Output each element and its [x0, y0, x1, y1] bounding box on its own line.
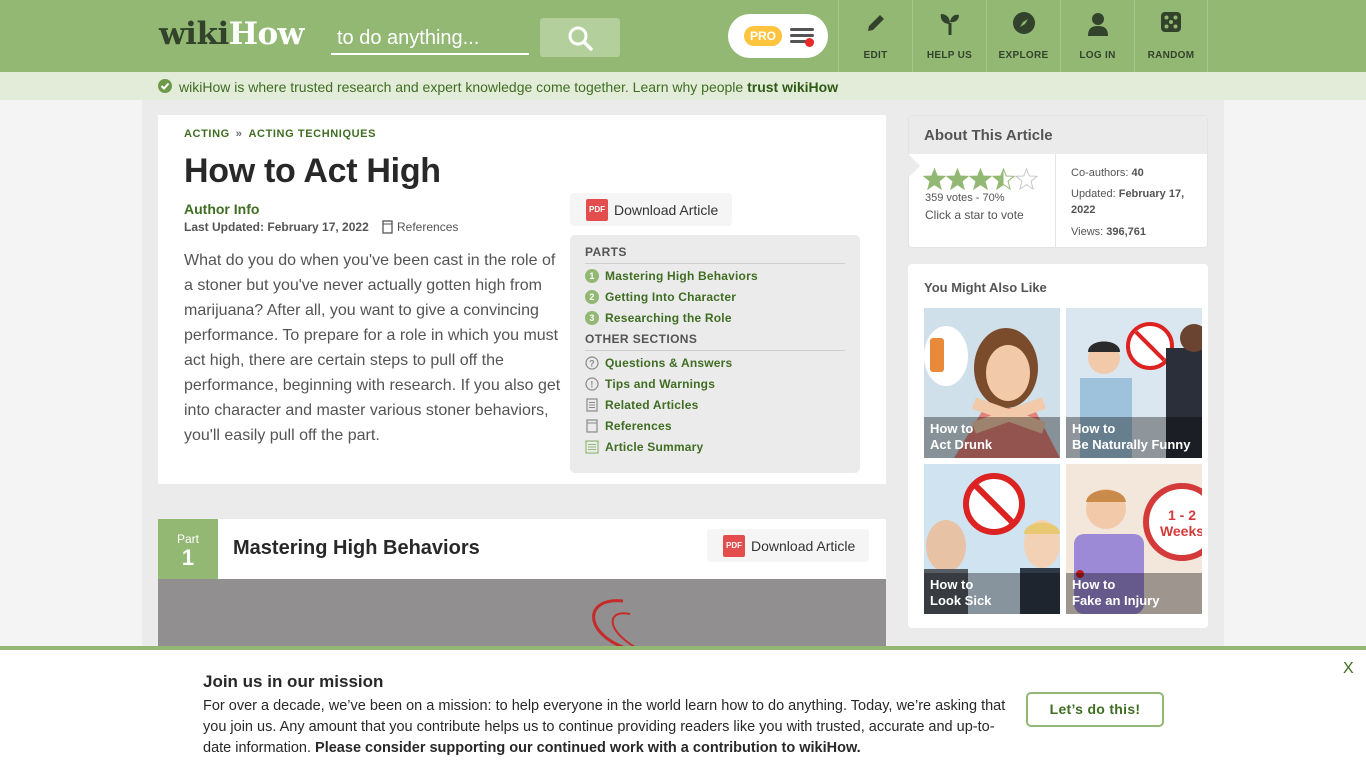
toc-other-heading: OTHER SECTIONS: [585, 332, 845, 351]
document-icon: [586, 398, 598, 412]
bookmark-icon: [382, 220, 393, 234]
pro-menu-button[interactable]: PRO: [728, 14, 828, 58]
part-number-badge: 1: [585, 269, 599, 283]
related-article-title: How to Be Naturally Funny: [1066, 417, 1202, 458]
part-download-article-button[interactable]: PDF Download Article: [707, 529, 870, 562]
toc-parts-heading: PARTS: [585, 245, 845, 264]
last-updated: Last Updated: February 17, 2022: [184, 220, 369, 234]
part-number-tab: Part 1: [158, 519, 218, 579]
star-icon[interactable]: [1015, 168, 1038, 190]
table-of-contents: PARTS 1 Mastering High Behaviors 2 Getting…: [570, 235, 860, 473]
exclamation-icon: !: [585, 377, 599, 391]
you-might-also-like: You Might Also Like How to Act Drunk How …: [908, 264, 1208, 628]
sprout-icon: [940, 14, 959, 35]
toc-questions-answers[interactable]: ? Questions & Answers: [585, 356, 732, 370]
star-icon[interactable]: [969, 168, 992, 190]
part-number-badge: 3: [585, 311, 599, 325]
step-illustration: [158, 579, 886, 649]
toc-article-summary[interactable]: Article Summary: [585, 440, 703, 454]
breadcrumb-acting[interactable]: ACTING: [184, 128, 230, 140]
about-heading: About This Article: [909, 116, 1207, 154]
callout-arrow: [908, 154, 920, 178]
notification-dot: [805, 38, 814, 47]
breadcrumb: ACTING » ACTING TECHNIQUES: [184, 128, 376, 140]
toc-part-3[interactable]: 3 Researching the Role: [585, 311, 732, 325]
toc-references[interactable]: References: [585, 419, 672, 433]
divider: [1055, 154, 1056, 248]
nav-edit[interactable]: EDIT: [838, 0, 912, 72]
search-input[interactable]: to do anything...: [331, 18, 529, 55]
updated-date: Updated: February 17, 2022: [1071, 188, 1185, 216]
banner-message: For over a decade, we’ve been on a missi…: [203, 698, 1006, 756]
banner-title: Join us in our mission: [203, 672, 384, 691]
view-count: Views: 396,761: [1071, 226, 1147, 238]
star-rating[interactable]: [923, 168, 1038, 190]
author-info-link[interactable]: Author Info: [184, 201, 259, 217]
trust-wikihow-link[interactable]: trust wikiHow: [747, 79, 838, 95]
nav-label: HELP US: [926, 50, 973, 61]
wikihow-logo[interactable]: wikiHow: [159, 16, 304, 52]
breadcrumb-separator: »: [235, 128, 243, 140]
compass-icon: [1012, 12, 1035, 34]
related-article-title: How to Fake an Injury: [1066, 573, 1202, 614]
nav-log-in[interactable]: LOG IN: [1060, 0, 1134, 72]
contribute-button[interactable]: Let’s do this!: [1026, 692, 1164, 727]
about-this-article: About This Article 359 votes - 70% Click…: [908, 115, 1208, 248]
part-number-badge: 2: [585, 290, 599, 304]
site-header: wikiHow to do anything... PRO EDIT HELP …: [0, 0, 1366, 72]
download-article-button[interactable]: PDF Download Article: [570, 193, 733, 226]
nav-label: RANDOM: [1147, 50, 1195, 61]
donation-banner: Join us in our mission For over a decade…: [0, 646, 1366, 768]
related-article-card[interactable]: How to Act Drunk: [924, 308, 1060, 458]
related-article-card[interactable]: How to Be Naturally Funny: [1066, 308, 1202, 458]
dice-icon: [1161, 12, 1181, 32]
pencil-icon: [867, 15, 884, 31]
bookmark-icon: [586, 419, 598, 433]
injury-badge-top: 1 - 2: [1168, 507, 1196, 523]
references-link[interactable]: References: [382, 220, 458, 234]
nav-label: LOG IN: [1079, 50, 1116, 61]
trust-bar: wikiHow is where trusted research and ex…: [0, 72, 1366, 100]
toc-part-2[interactable]: 2 Getting Into Character: [585, 290, 736, 304]
star-icon[interactable]: [946, 168, 969, 190]
list-icon: [585, 440, 599, 454]
related-article-card[interactable]: 1 - 2 Weeks How to Fake an Injury: [1066, 464, 1202, 614]
nav-help-us[interactable]: HELP US: [912, 0, 986, 72]
nav-label: EDIT: [863, 50, 888, 61]
pdf-icon: PDF: [586, 198, 608, 221]
search-button[interactable]: [540, 18, 620, 57]
coauthors: Co-authors: 40: [1071, 167, 1144, 179]
nav-random[interactable]: RANDOM: [1134, 0, 1208, 72]
yml-heading: You Might Also Like: [924, 280, 1047, 295]
page-title: How to Act High: [184, 152, 441, 190]
svg-text:!: !: [590, 380, 593, 390]
injury-badge-bottom: Weeks: [1160, 523, 1202, 539]
toc-part-1[interactable]: 1 Mastering High Behaviors: [585, 269, 758, 283]
check-circle-icon: [158, 79, 172, 93]
pro-badge: PRO: [744, 26, 782, 46]
toc-related-articles[interactable]: Related Articles: [585, 398, 698, 412]
breadcrumb-acting-techniques[interactable]: ACTING TECHNIQUES: [248, 128, 376, 140]
intro-paragraph: What do you do when you've been cast in …: [184, 252, 561, 444]
toc-tips-warnings[interactable]: ! Tips and Warnings: [585, 377, 715, 391]
vote-hint: Click a star to vote: [925, 208, 1024, 222]
related-article-title: How to Look Sick: [924, 573, 1060, 614]
svg-text:?: ?: [589, 359, 595, 369]
part-title: Mastering High Behaviors: [233, 537, 480, 559]
related-article-title: How to Act Drunk: [924, 417, 1060, 458]
nav-explore[interactable]: EXPLORE: [986, 0, 1060, 72]
trust-message: wikiHow is where trusted research and ex…: [179, 79, 839, 95]
nav-label: EXPLORE: [998, 50, 1049, 61]
vote-count: 359 votes - 70%: [925, 192, 1005, 204]
pdf-icon: PDF: [723, 534, 745, 557]
question-icon: ?: [585, 356, 599, 370]
user-icon: [1087, 13, 1108, 36]
related-article-card[interactable]: How to Look Sick: [924, 464, 1060, 614]
search-icon: [568, 26, 593, 51]
star-icon[interactable]: [923, 168, 946, 190]
close-banner-button[interactable]: X: [1343, 660, 1354, 678]
star-icon[interactable]: [992, 168, 1015, 190]
